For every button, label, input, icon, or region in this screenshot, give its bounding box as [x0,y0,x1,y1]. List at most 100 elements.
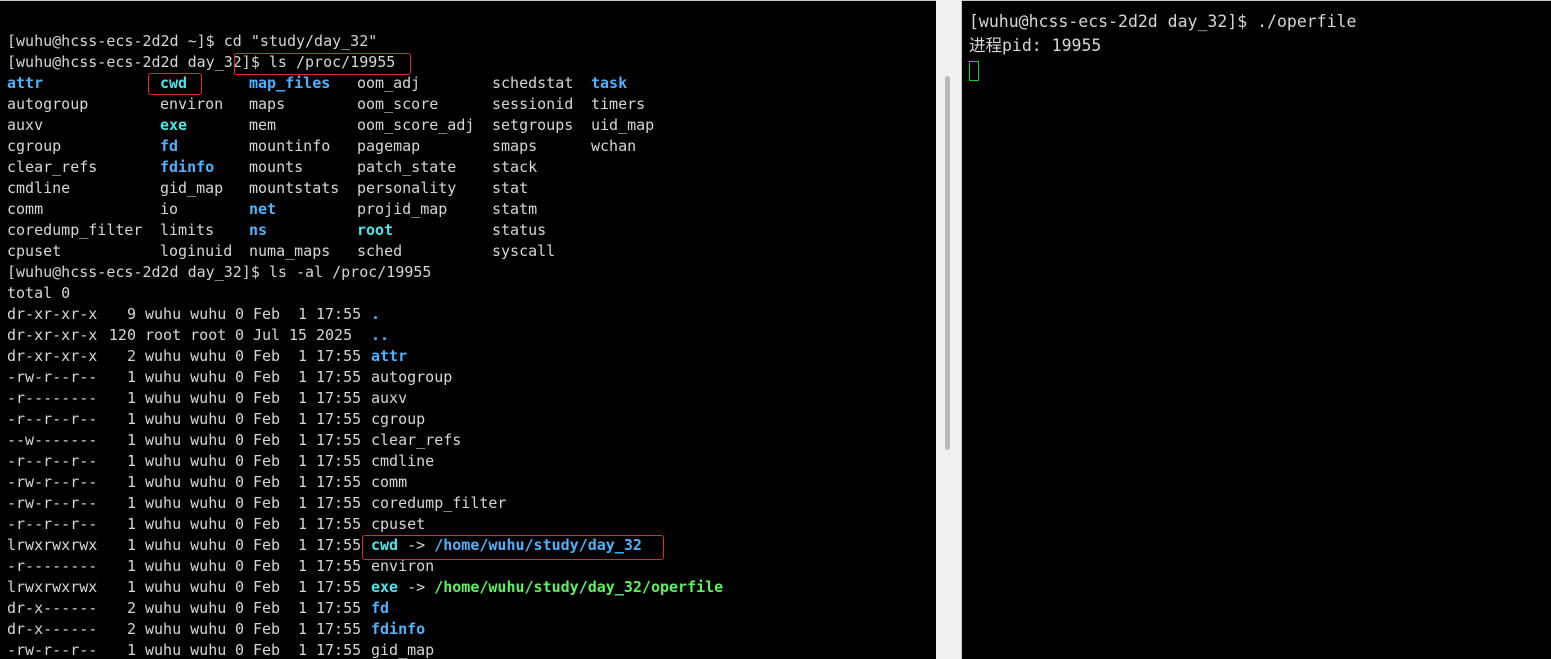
ls-entry: map_files [249,74,331,92]
listing-time: 17:55 [316,305,362,323]
listing-name: clear_refs [371,431,462,449]
listing-owner: wuhu wuhu [145,410,227,428]
listing-size: 0 [235,515,245,533]
listing-perm: dr-xr-xr-x [7,347,98,365]
listing-month: Feb [253,410,281,428]
listing-time: 17:55 [316,410,362,428]
listing-name: fd [371,599,390,617]
ls-entry: root [357,221,394,239]
listing-time: 17:55 [316,431,362,449]
terminal-output: [wuhu@hcss-ecs-2d2d ~]$ cd "study/day_32… [7,31,723,659]
ls-entry: cwd [160,74,188,92]
listing-time: 17:55 [316,368,362,386]
terminal-output: [wuhu@hcss-ecs-2d2d day_32]$ ./operfile … [969,10,1356,82]
listing-month: Feb [253,536,281,554]
ls-listing-row: dr-x------ 2 wuhu wuhu 0 Feb 1 17:55 fd [7,598,723,619]
ls-entry: limits [160,221,215,239]
listing-name: cpuset [371,515,426,533]
listing-owner: wuhu wuhu [145,494,227,512]
ls-listing-row: -rw-r--r-- 1 wuhu wuhu 0 Feb 1 17:55 coredump_f… [7,493,723,514]
listing-month: Feb [253,473,281,491]
ls-listing-row: dr-xr-xr-x 120 root root 0 Jul 15 2025.. [7,325,723,346]
ls-entry: fd [160,137,179,155]
listing-size: 0 [235,347,245,365]
ls-entry: sched [357,242,403,260]
listing-name: exe [371,578,399,596]
listing-time: 17:55 [316,473,362,491]
listing-perm: -r-------- [7,557,98,575]
ls-entry: sessionid [492,95,574,113]
listing-day: 1 [297,410,307,428]
listing-links: 1 [126,368,136,386]
terminal-line: [wuhu@hcss-ecs-2d2d day_32]$ ls -al /pro… [7,263,432,281]
listing-links: 1 [126,410,136,428]
symlink-arrow: -> [398,536,435,554]
listing-links: 1 [126,557,136,575]
ls-entry: schedstat [492,74,574,92]
listing-perm: lrwxrwxrwx [7,578,98,596]
ls-entry: uid_map [591,116,655,134]
listing-owner: wuhu wuhu [145,515,227,533]
ls-entry: timers [591,95,646,113]
ls-entry: fdinfo [160,158,215,176]
listing-day: 1 [297,620,307,638]
listing-owner: wuhu wuhu [145,599,227,617]
listing-owner: wuhu wuhu [145,347,227,365]
ls-entry: io [160,200,179,218]
listing-name: fdinfo [371,620,426,638]
ls-entry: autogroup [7,95,89,113]
scrollbar-thumb[interactable] [945,76,950,450]
ls-entry: cgroup [7,137,62,155]
listing-size: 0 [235,473,245,491]
ls-listing-row: -r--r--r-- 1 wuhu wuhu 0 Feb 1 17:55 cmdline [7,451,723,472]
listing-day: 1 [297,557,307,575]
listing-time: 17:55 [316,641,362,659]
listing-name: environ [371,557,435,575]
ls-listing-row: --w------- 1 wuhu wuhu 0 Feb 1 17:55 clear_refs [7,430,723,451]
listing-month: Feb [253,599,281,617]
listing-month: Feb [253,620,281,638]
cursor-icon [969,60,979,81]
ls-grid-output: attr cwd map_files oom_adj schedstat task auto… [7,73,723,262]
right-terminal-pane[interactable]: [wuhu@hcss-ecs-2d2d day_32]$ ./operfile … [961,0,1551,659]
listing-day: 1 [297,515,307,533]
listing-day: 1 [297,347,307,365]
listing-month: Feb [253,494,281,512]
vertical-scrollbar[interactable] [936,0,961,659]
ls-grid-row: cmdline gid_map mountstats personality stat [7,178,723,199]
listing-owner: wuhu wuhu [145,305,227,323]
listing-name: auxv [371,389,408,407]
ls-entry [591,199,671,220]
listing-size: 0 [235,494,245,512]
ls-entry: coredump_filter [7,221,143,239]
terminal-line: [wuhu@hcss-ecs-2d2d day_32]$ ls /proc/19… [7,53,396,71]
listing-name: coredump_filter [371,494,507,512]
listing-size: 0 [235,452,245,470]
terminal-line: 进程pid: 19955 [969,34,1356,58]
terminal-line: [wuhu@hcss-ecs-2d2d day_32]$ ./operfile [969,12,1357,31]
ls-entry [591,241,671,262]
ls-entry [591,220,671,241]
listing-day: 1 [297,431,307,449]
listing-links: 1 [126,641,136,659]
listing-time: 17:55 [316,557,362,575]
listing-size: 0 [235,557,245,575]
listing-month: Jul [253,326,281,344]
left-terminal-pane[interactable]: [wuhu@hcss-ecs-2d2d ~]$ cd "study/day_32… [0,0,936,659]
terminal-cursor-line [969,58,1356,82]
listing-name: cmdline [371,452,435,470]
listing-links: 1 [126,515,136,533]
ls-entry: stat [492,179,529,197]
listing-perm: -r--r--r-- [7,410,98,428]
listing-links: 1 [126,536,136,554]
ls-grid-row: clear_refs fdinfo mounts patch_state stack [7,157,723,178]
ls-grid-row: attr cwd map_files oom_adj schedstat task [7,73,723,94]
listing-owner: wuhu wuhu [145,431,227,449]
ls-entry: maps [249,95,286,113]
ls-entry [591,157,671,178]
listing-size: 0 [235,641,245,659]
listing-size: 0 [235,578,245,596]
ls-entry: mem [249,116,277,134]
listing-perm: dr-xr-xr-x [7,305,98,323]
listing-links: 1 [126,431,136,449]
